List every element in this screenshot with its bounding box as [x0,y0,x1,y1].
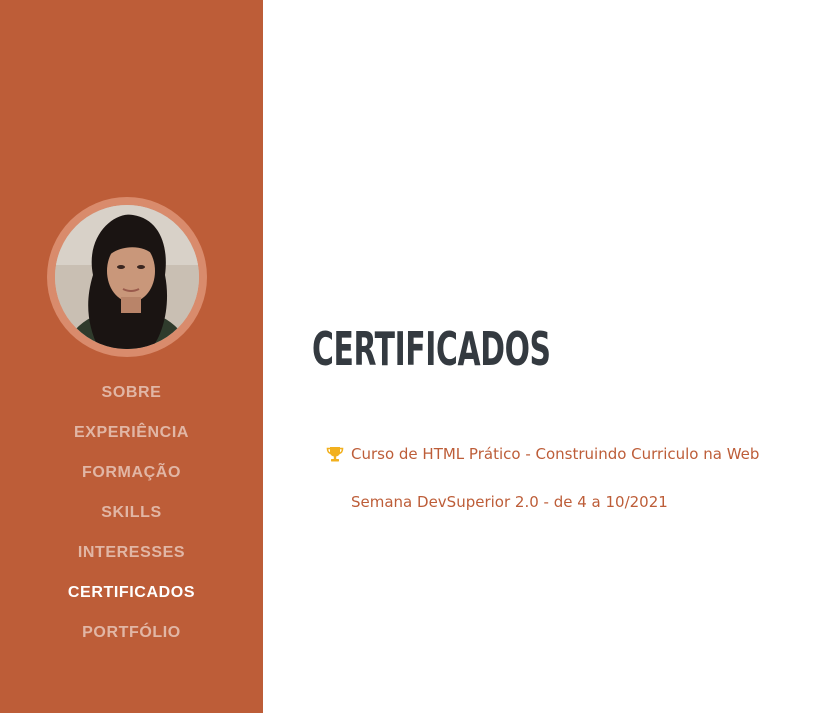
nav-item-skills[interactable]: SKILLS [0,493,263,533]
trophy-icon [325,444,345,464]
certificate-link-devsuperior[interactable]: Semana DevSuperior 2.0 - de 4 a 10/2021 [351,493,668,511]
nav-item-portfolio[interactable]: PORTFÓLIO [0,613,263,653]
nav-item-interesses[interactable]: INTERESSES [0,533,263,573]
nav-item-sobre[interactable]: SOBRE [0,373,263,413]
profile-avatar-frame [47,197,207,357]
nav-item-experiencia[interactable]: EXPERIÊNCIA [0,413,263,453]
sidebar: SOBRE EXPERIÊNCIA FORMAÇÃO SKILLS INTERE… [0,0,263,713]
avatar [55,205,199,349]
main-content: CERTIFICADOS Curso de HTML Prático - Con… [263,0,813,713]
nav-item-certificados[interactable]: CERTIFICADOS [0,573,263,613]
profile-photo [55,205,199,349]
nav-item-formacao[interactable]: FORMAÇÃO [0,453,263,493]
certificate-link-html[interactable]: Curso de HTML Prático - Construindo Curr… [351,445,759,463]
sidebar-nav: SOBRE EXPERIÊNCIA FORMAÇÃO SKILLS INTERE… [0,373,263,653]
page-title: CERTIFICADOS [312,322,551,376]
